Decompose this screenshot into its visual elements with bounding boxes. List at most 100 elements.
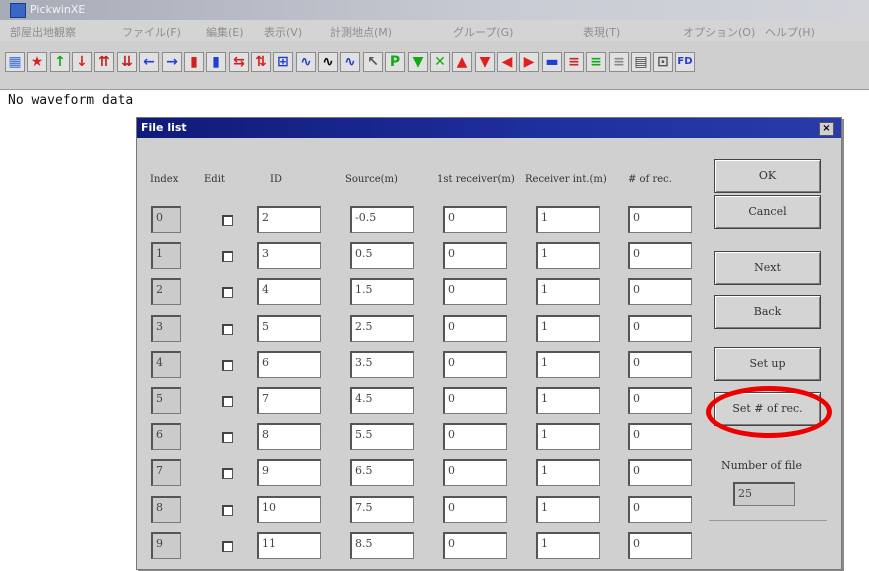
receiver-interval-field[interactable]: 1 <box>536 459 600 486</box>
receiver-interval-field[interactable]: 1 <box>536 206 600 233</box>
first-receiver-field[interactable]: 0 <box>443 387 507 414</box>
left-arrow-icon[interactable]: ← <box>139 52 159 72</box>
num-receivers-field[interactable]: 0 <box>628 242 692 269</box>
fd-icon[interactable]: FD <box>675 52 695 72</box>
source-field[interactable]: 4.5 <box>350 387 414 414</box>
star-icon[interactable]: ★ <box>27 52 47 72</box>
num-receivers-field[interactable]: 0 <box>628 532 692 559</box>
ok-button[interactable]: OK <box>714 159 821 193</box>
menu-item-7[interactable]: オプション(O) <box>683 24 755 40</box>
edit-checkbox[interactable] <box>222 324 233 335</box>
num-receivers-field[interactable]: 0 <box>628 278 692 305</box>
id-field[interactable]: 6 <box>257 351 321 378</box>
receiver-interval-field[interactable]: 1 <box>536 387 600 414</box>
id-field[interactable]: 4 <box>257 278 321 305</box>
color-bars-green-icon[interactable]: ≡ <box>586 52 606 72</box>
first-receiver-field[interactable]: 0 <box>443 315 507 342</box>
left-triangle-red-icon[interactable]: ◀ <box>497 52 517 72</box>
color-bars-alt-icon[interactable]: ≡ <box>564 52 584 72</box>
waveform-bold-icon[interactable]: ∿ <box>318 52 338 72</box>
receiver-interval-field[interactable]: 1 <box>536 423 600 450</box>
num-receivers-field[interactable]: 0 <box>628 206 692 233</box>
first-receiver-field[interactable]: 0 <box>443 496 507 523</box>
menu-item-1[interactable]: ファイル(F) <box>122 24 181 40</box>
num-receivers-field[interactable]: 0 <box>628 423 692 450</box>
first-receiver-field[interactable]: 0 <box>443 532 507 559</box>
grey-bars-icon[interactable]: ≡ <box>609 52 629 72</box>
edit-checkbox[interactable] <box>222 468 233 479</box>
source-field[interactable]: 0.5 <box>350 242 414 269</box>
edit-checkbox[interactable] <box>222 360 233 371</box>
edit-checkbox[interactable] <box>222 396 233 407</box>
block-red-blue-icon[interactable]: ▮ <box>184 52 204 72</box>
num-receivers-field[interactable]: 0 <box>628 315 692 342</box>
edit-checkbox[interactable] <box>222 541 233 552</box>
source-field[interactable]: 8.5 <box>350 532 414 559</box>
menu-item-3[interactable]: 表示(V) <box>264 24 302 40</box>
receiver-interval-field[interactable]: 1 <box>536 496 600 523</box>
source-field[interactable]: 2.5 <box>350 315 414 342</box>
right-triangle-red-icon[interactable]: ▶ <box>519 52 539 72</box>
merge-icon[interactable]: ⇅ <box>251 52 271 72</box>
pointer-icon[interactable]: ↖ <box>363 52 383 72</box>
receiver-interval-field[interactable]: 1 <box>536 242 600 269</box>
receiver-interval-field[interactable]: 1 <box>536 278 600 305</box>
down-triangle-green-icon[interactable]: ▼ <box>408 52 428 72</box>
waveform-alt-icon[interactable]: ∿ <box>340 52 360 72</box>
cross-icon[interactable]: ✕ <box>430 52 450 72</box>
edit-checkbox[interactable] <box>222 505 233 516</box>
up-arrow-green-icon[interactable]: ↑ <box>50 52 70 72</box>
spectrum-icon[interactable]: ⊡ <box>653 52 673 72</box>
back-button[interactable]: Back <box>714 295 821 329</box>
id-field[interactable]: 9 <box>257 459 321 486</box>
id-field[interactable]: 10 <box>257 496 321 523</box>
source-field[interactable]: 7.5 <box>350 496 414 523</box>
source-field[interactable]: 5.5 <box>350 423 414 450</box>
close-icon[interactable]: × <box>819 122 834 136</box>
menu-item-6[interactable]: 表現(T) <box>583 24 620 40</box>
receiver-interval-field[interactable]: 1 <box>536 351 600 378</box>
id-field[interactable]: 7 <box>257 387 321 414</box>
edit-checkbox[interactable] <box>222 287 233 298</box>
num-receivers-field[interactable]: 0 <box>628 351 692 378</box>
num-receivers-field[interactable]: 0 <box>628 387 692 414</box>
id-field[interactable]: 8 <box>257 423 321 450</box>
right-arrow-icon[interactable]: → <box>162 52 182 72</box>
first-receiver-field[interactable]: 0 <box>443 459 507 486</box>
edit-checkbox[interactable] <box>222 251 233 262</box>
num-receivers-field[interactable]: 0 <box>628 496 692 523</box>
menu-item-4[interactable]: 計測地点(M) <box>330 24 392 40</box>
num-receivers-field[interactable]: 0 <box>628 459 692 486</box>
source-field[interactable]: -0.5 <box>350 206 414 233</box>
list-icon[interactable]: ▤ <box>631 52 651 72</box>
up-triangle-red-icon[interactable]: ▲ <box>452 52 472 72</box>
double-down-arrow-icon[interactable]: ⇊ <box>117 52 137 72</box>
edit-checkbox[interactable] <box>222 215 233 226</box>
first-receiver-field[interactable]: 0 <box>443 351 507 378</box>
id-field[interactable]: 11 <box>257 532 321 559</box>
first-receiver-field[interactable]: 0 <box>443 423 507 450</box>
down-triangle-red-icon[interactable]: ▼ <box>475 52 495 72</box>
menu-item-5[interactable]: グループ(G) <box>453 24 513 40</box>
menu-item-2[interactable]: 編集(E) <box>206 24 244 40</box>
double-up-arrow-icon[interactable]: ⇈ <box>94 52 114 72</box>
edit-checkbox[interactable] <box>222 432 233 443</box>
setup-button[interactable]: Set up <box>714 347 821 381</box>
menu-item-0[interactable]: 部屋出地観察 <box>10 24 76 40</box>
id-field[interactable]: 2 <box>257 206 321 233</box>
id-field[interactable]: 3 <box>257 242 321 269</box>
pick-p-icon[interactable]: P <box>385 52 405 72</box>
menu-item-8[interactable]: ヘルプ(H) <box>765 24 815 40</box>
source-field[interactable]: 6.5 <box>350 459 414 486</box>
grid-icon[interactable]: ▦ <box>5 52 25 72</box>
down-arrow-red-icon[interactable]: ↓ <box>72 52 92 72</box>
block-blue-red-icon[interactable]: ▮ <box>206 52 226 72</box>
source-field[interactable]: 3.5 <box>350 351 414 378</box>
first-receiver-field[interactable]: 0 <box>443 242 507 269</box>
first-receiver-field[interactable]: 0 <box>443 278 507 305</box>
color-bars-icon[interactable]: ▬ <box>542 52 562 72</box>
id-field[interactable]: 5 <box>257 315 321 342</box>
source-field[interactable]: 1.5 <box>350 278 414 305</box>
receiver-interval-field[interactable]: 1 <box>536 532 600 559</box>
compress-icon[interactable]: ⊞ <box>273 52 293 72</box>
